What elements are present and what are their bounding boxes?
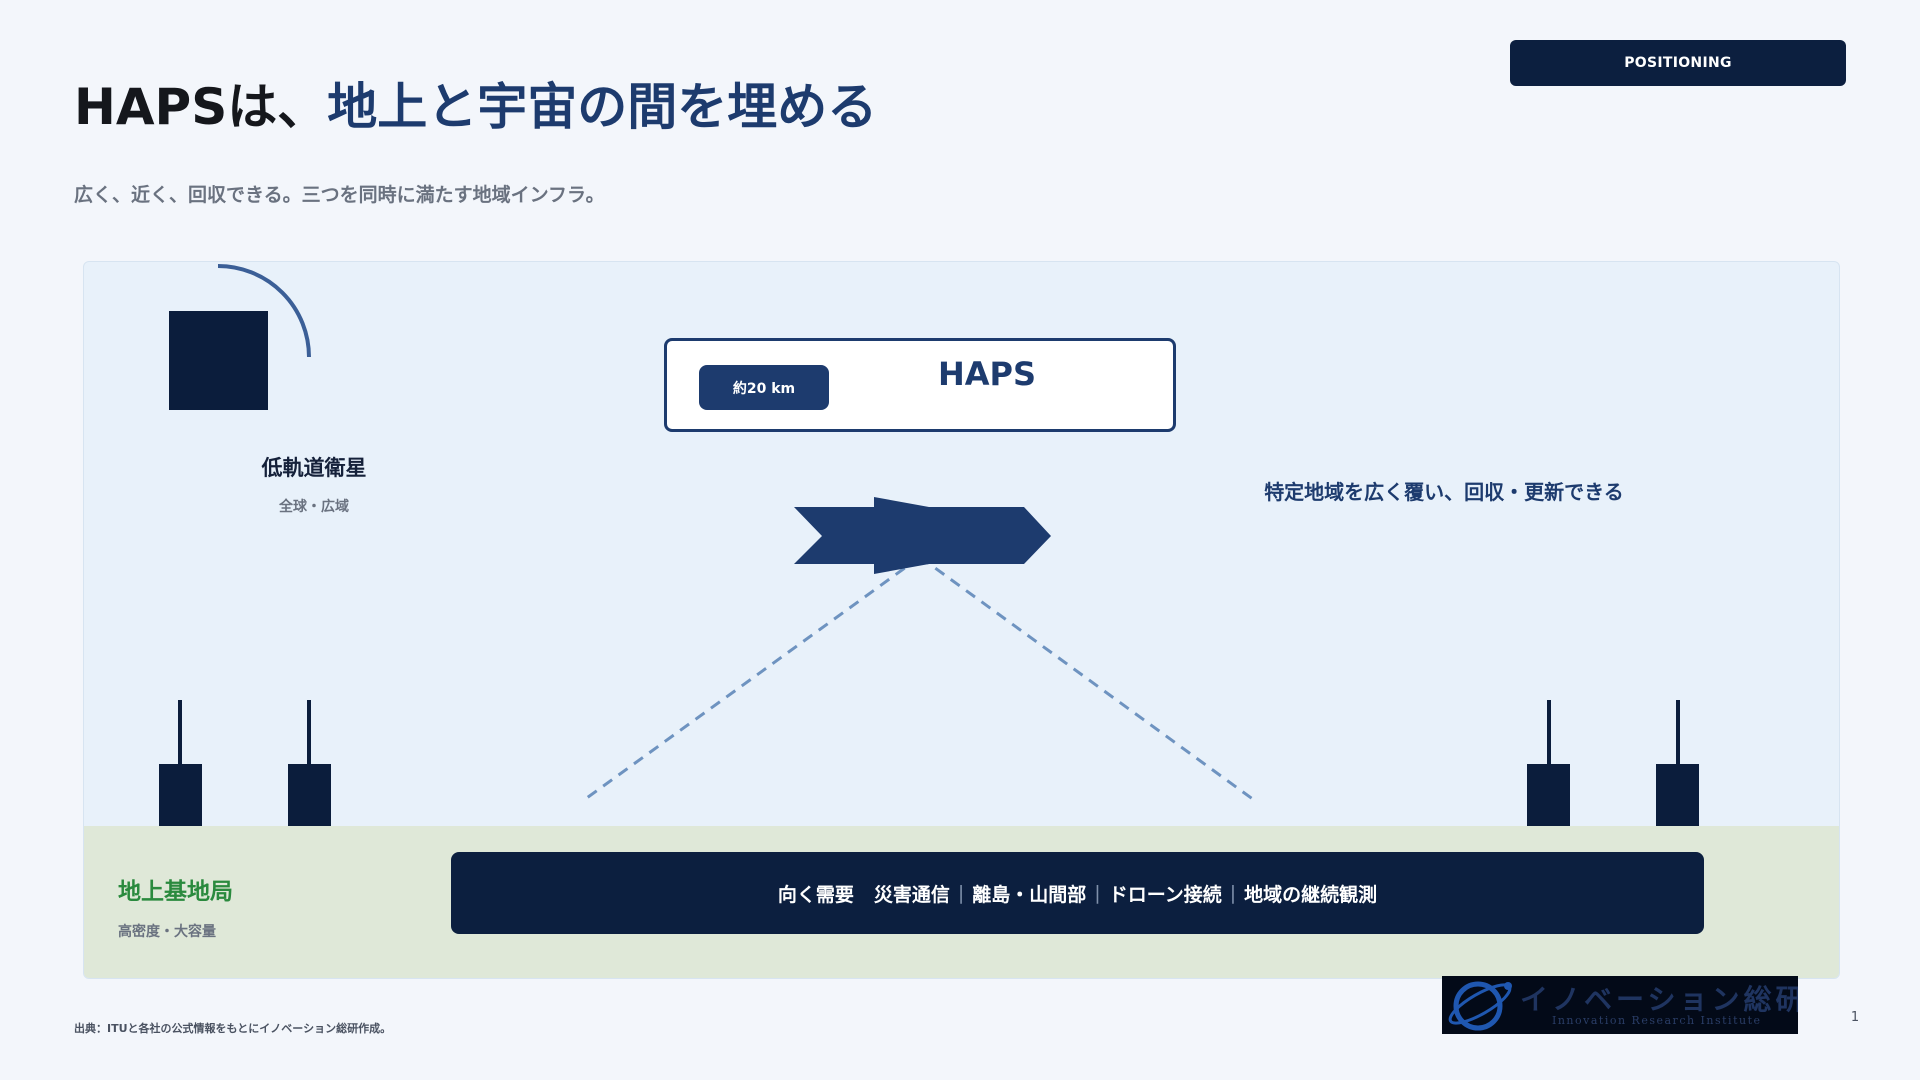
needs-bar: 向く需要 災害通信 | 離島・山間部 | ドローン接続 | 地域の継続観測 (451, 852, 1704, 934)
positioning-badge: POSITIONING (1510, 40, 1846, 86)
haps-aircraft-icon (794, 497, 1051, 574)
needs-separator: | (1094, 882, 1101, 904)
page-number: 1 (1850, 1010, 1860, 1025)
needs-separator: | (1229, 882, 1237, 904)
title-accent-part: 地上と宇宙の間を埋める (327, 78, 878, 136)
page-title: HAPSは、地上と宇宙の間を埋める (74, 72, 877, 142)
haps-name: HAPS (937, 355, 1037, 393)
base-station-icon (159, 700, 202, 826)
haps-info-box: 約20 km HAPS (664, 338, 1176, 432)
coverage-line-right (919, 555, 1255, 802)
needs-item: 災害通信 (873, 883, 950, 906)
logo-text-jp: イノベーション総研 (1520, 983, 1798, 1016)
positioning-diagram: 低軌道衛星 全球・広域 約20 km HAPS 特定地域を広く覆い、回収・更新で… (83, 261, 1840, 979)
ground-station-label: 地上基地局 (118, 879, 233, 905)
base-station-icon (1527, 700, 1570, 826)
company-logo: イノベーション総研 Innovation Research Institute (1442, 976, 1798, 1034)
logo-orbit-icon (1448, 981, 1512, 1031)
source-footnote: 出典：ITUと各社の公式情報をもとにイノベーション総研作成。 (74, 1022, 392, 1035)
satellite-label: 低軌道衛星 (261, 456, 367, 480)
page-subtitle: 広く、近く、回収できる。三つを同時に満たす地域インフラ。 (74, 184, 605, 206)
altitude-pill: 約20 km (699, 365, 829, 410)
needs-item: 離島・山間部 (972, 883, 1087, 906)
haps-description: 特定地域を広く覆い、回収・更新できる (1264, 480, 1624, 504)
needs-item: ドローン接続 (1108, 883, 1222, 906)
satellite-square-icon (169, 311, 268, 410)
needs-lead: 向く需要 (777, 883, 854, 906)
title-dark-part: HAPSは、 (74, 78, 328, 136)
satellite-sub-label: 全球・広域 (279, 499, 349, 515)
ground-station-sub-label: 高密度・大容量 (118, 924, 216, 940)
logo-text-en: Innovation Research Institute (1552, 1014, 1762, 1027)
coverage-line-left (583, 555, 921, 802)
base-station-icon (1656, 700, 1699, 826)
needs-item: 地域の継続観測 (1244, 883, 1378, 906)
needs-separator: | (957, 882, 965, 904)
base-station-icon (288, 700, 331, 826)
